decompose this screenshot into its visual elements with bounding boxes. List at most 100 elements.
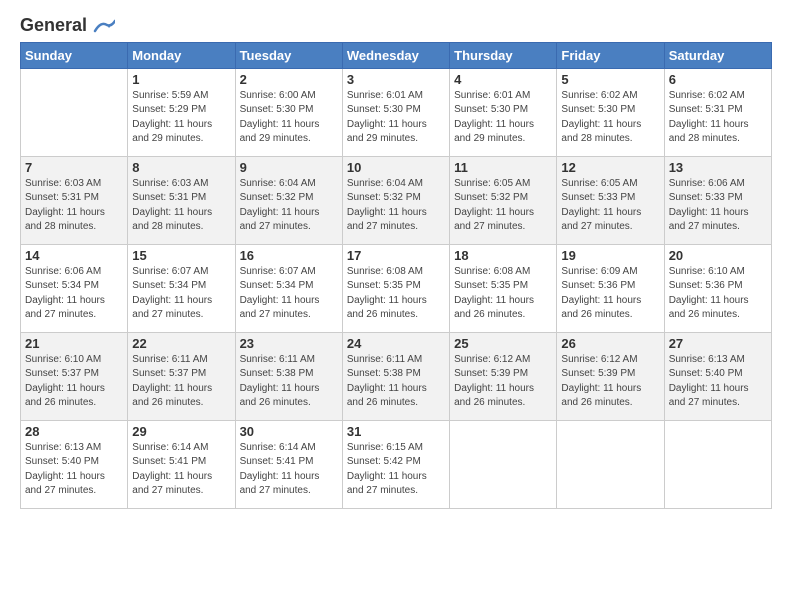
day-number: 10 [347, 160, 445, 175]
day-info: Sunrise: 6:05 AM Sunset: 5:33 PM Dayligh… [561, 177, 659, 235]
weekday-header-saturday: Saturday [664, 42, 771, 68]
day-cell: 1 Sunrise: 5:59 AM Sunset: 5:29 PM Daylig… [128, 68, 235, 156]
day-number: 22 [132, 336, 230, 351]
weekday-header-row: SundayMondayTuesdayWednesdayThursdayFrid… [21, 42, 772, 68]
day-number: 9 [240, 160, 338, 175]
day-number: 1 [132, 72, 230, 87]
day-number: 2 [240, 72, 338, 87]
day-info: Sunrise: 6:12 AM Sunset: 5:39 PM Dayligh… [454, 353, 552, 411]
day-info: Sunrise: 6:15 AM Sunset: 5:42 PM Dayligh… [347, 441, 445, 499]
day-cell: 18 Sunrise: 6:08 AM Sunset: 5:35 PM Dayli… [450, 244, 557, 332]
logo-bird-icon [93, 19, 115, 33]
logo: General [20, 16, 115, 34]
header: General [20, 16, 772, 34]
day-info: Sunrise: 6:11 AM Sunset: 5:37 PM Dayligh… [132, 353, 230, 411]
day-number: 29 [132, 424, 230, 439]
week-row-3: 14Sunrise: 6:06 AM Sunset: 5:34 PM Dayli… [21, 244, 772, 332]
day-info: Sunrise: 6:02 AM Sunset: 5:30 PM Dayligh… [561, 89, 659, 147]
day-info: Sunrise: 6:01 AM Sunset: 5:30 PM Dayligh… [454, 89, 552, 147]
day-number: 21 [25, 336, 123, 351]
weekday-header-wednesday: Wednesday [342, 42, 449, 68]
day-number: 8 [132, 160, 230, 175]
day-info: Sunrise: 6:13 AM Sunset: 5:40 PM Dayligh… [25, 441, 123, 499]
day-cell: 31 Sunrise: 6:15 AM Sunset: 5:42 PM Dayli… [342, 420, 449, 508]
day-number: 28 [25, 424, 123, 439]
day-info: Sunrise: 6:02 AM Sunset: 5:31 PM Dayligh… [669, 89, 767, 147]
day-info: Sunrise: 6:04 AM Sunset: 5:32 PM Dayligh… [347, 177, 445, 235]
day-cell: 8 Sunrise: 6:03 AM Sunset: 5:31 PM Daylig… [128, 156, 235, 244]
week-row-2: 7Sunrise: 6:03 AM Sunset: 5:31 PM Daylig… [21, 156, 772, 244]
day-number: 12 [561, 160, 659, 175]
day-number: 5 [561, 72, 659, 87]
weekday-header-sunday: Sunday [21, 42, 128, 68]
day-number: 24 [347, 336, 445, 351]
day-info: Sunrise: 6:00 AM Sunset: 5:30 PM Dayligh… [240, 89, 338, 147]
day-cell: 13Sunrise: 6:06 AM Sunset: 5:33 PM Dayli… [664, 156, 771, 244]
day-info: Sunrise: 6:03 AM Sunset: 5:31 PM Dayligh… [132, 177, 230, 235]
day-number: 26 [561, 336, 659, 351]
day-cell: 27 Sunrise: 6:13 AM Sunset: 5:40 PM Dayli… [664, 332, 771, 420]
day-info: Sunrise: 6:10 AM Sunset: 5:37 PM Dayligh… [25, 353, 123, 411]
day-info: Sunrise: 6:10 AM Sunset: 5:36 PM Dayligh… [669, 265, 767, 323]
day-info: Sunrise: 5:59 AM Sunset: 5:29 PM Dayligh… [132, 89, 230, 147]
day-cell: 23Sunrise: 6:11 AM Sunset: 5:38 PM Dayli… [235, 332, 342, 420]
day-info: Sunrise: 6:05 AM Sunset: 5:32 PM Dayligh… [454, 177, 552, 235]
day-info: Sunrise: 6:09 AM Sunset: 5:36 PM Dayligh… [561, 265, 659, 323]
day-cell: 12 Sunrise: 6:05 AM Sunset: 5:33 PM Dayli… [557, 156, 664, 244]
day-cell [664, 420, 771, 508]
page: General SundayMondayTuesdayWednesdayThur… [0, 0, 792, 612]
day-cell: 2 Sunrise: 6:00 AM Sunset: 5:30 PM Daylig… [235, 68, 342, 156]
day-number: 3 [347, 72, 445, 87]
day-cell: 24 Sunrise: 6:11 AM Sunset: 5:38 PM Dayli… [342, 332, 449, 420]
day-cell [450, 420, 557, 508]
day-cell: 17Sunrise: 6:08 AM Sunset: 5:35 PM Dayli… [342, 244, 449, 332]
day-number: 18 [454, 248, 552, 263]
day-number: 23 [240, 336, 338, 351]
day-info: Sunrise: 6:12 AM Sunset: 5:39 PM Dayligh… [561, 353, 659, 411]
week-row-4: 21 Sunrise: 6:10 AM Sunset: 5:37 PM Dayli… [21, 332, 772, 420]
day-info: Sunrise: 6:01 AM Sunset: 5:30 PM Dayligh… [347, 89, 445, 147]
day-info: Sunrise: 6:11 AM Sunset: 5:38 PM Dayligh… [347, 353, 445, 411]
day-number: 15 [132, 248, 230, 263]
day-cell: 5 Sunrise: 6:02 AM Sunset: 5:30 PM Daylig… [557, 68, 664, 156]
day-number: 31 [347, 424, 445, 439]
day-cell: 21 Sunrise: 6:10 AM Sunset: 5:37 PM Dayli… [21, 332, 128, 420]
day-cell: 28 Sunrise: 6:13 AM Sunset: 5:40 PM Dayli… [21, 420, 128, 508]
day-info: Sunrise: 6:08 AM Sunset: 5:35 PM Dayligh… [454, 265, 552, 323]
day-cell: 16Sunrise: 6:07 AM Sunset: 5:34 PM Dayli… [235, 244, 342, 332]
weekday-header-monday: Monday [128, 42, 235, 68]
day-cell: 20Sunrise: 6:10 AM Sunset: 5:36 PM Dayli… [664, 244, 771, 332]
day-cell: 4Sunrise: 6:01 AM Sunset: 5:30 PM Daylig… [450, 68, 557, 156]
day-info: Sunrise: 6:14 AM Sunset: 5:41 PM Dayligh… [132, 441, 230, 499]
day-number: 25 [454, 336, 552, 351]
day-cell: 25 Sunrise: 6:12 AM Sunset: 5:39 PM Dayli… [450, 332, 557, 420]
day-number: 30 [240, 424, 338, 439]
day-cell: 6 Sunrise: 6:02 AM Sunset: 5:31 PM Daylig… [664, 68, 771, 156]
day-number: 13 [669, 160, 767, 175]
logo-text: General [20, 16, 115, 36]
day-info: Sunrise: 6:04 AM Sunset: 5:32 PM Dayligh… [240, 177, 338, 235]
day-number: 6 [669, 72, 767, 87]
week-row-1: 1 Sunrise: 5:59 AM Sunset: 5:29 PM Daylig… [21, 68, 772, 156]
day-cell: 19 Sunrise: 6:09 AM Sunset: 5:36 PM Dayli… [557, 244, 664, 332]
day-info: Sunrise: 6:14 AM Sunset: 5:41 PM Dayligh… [240, 441, 338, 499]
day-info: Sunrise: 6:13 AM Sunset: 5:40 PM Dayligh… [669, 353, 767, 411]
day-number: 19 [561, 248, 659, 263]
day-cell: 3 Sunrise: 6:01 AM Sunset: 5:30 PM Daylig… [342, 68, 449, 156]
day-info: Sunrise: 6:06 AM Sunset: 5:34 PM Dayligh… [25, 265, 123, 323]
week-row-5: 28 Sunrise: 6:13 AM Sunset: 5:40 PM Dayli… [21, 420, 772, 508]
weekday-header-tuesday: Tuesday [235, 42, 342, 68]
day-info: Sunrise: 6:03 AM Sunset: 5:31 PM Dayligh… [25, 177, 123, 235]
day-cell: 11 Sunrise: 6:05 AM Sunset: 5:32 PM Dayli… [450, 156, 557, 244]
day-cell: 7Sunrise: 6:03 AM Sunset: 5:31 PM Daylig… [21, 156, 128, 244]
day-info: Sunrise: 6:07 AM Sunset: 5:34 PM Dayligh… [240, 265, 338, 323]
day-number: 11 [454, 160, 552, 175]
day-cell: 22 Sunrise: 6:11 AM Sunset: 5:37 PM Dayli… [128, 332, 235, 420]
day-cell: 26 Sunrise: 6:12 AM Sunset: 5:39 PM Dayli… [557, 332, 664, 420]
day-number: 27 [669, 336, 767, 351]
day-cell: 15Sunrise: 6:07 AM Sunset: 5:34 PM Dayli… [128, 244, 235, 332]
day-number: 17 [347, 248, 445, 263]
day-cell [557, 420, 664, 508]
day-cell [21, 68, 128, 156]
day-cell: 10 Sunrise: 6:04 AM Sunset: 5:32 PM Dayli… [342, 156, 449, 244]
